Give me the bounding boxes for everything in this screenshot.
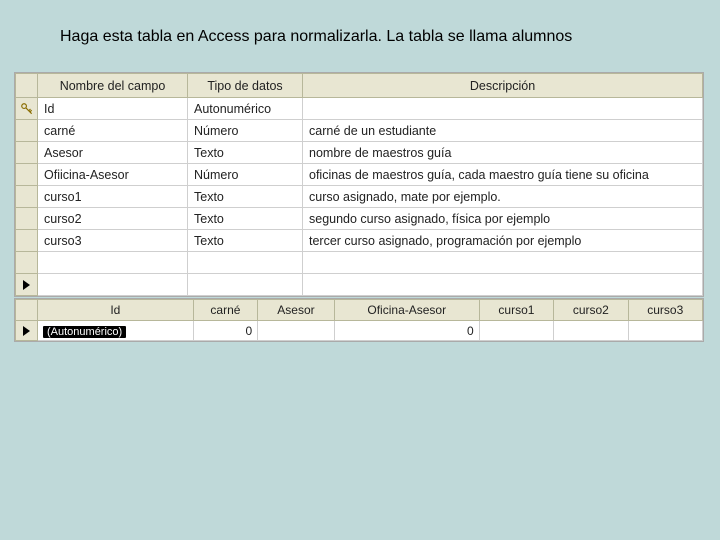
col-header-field-name[interactable]: Nombre del campo bbox=[38, 74, 188, 98]
datasheet-col-header[interactable]: curso2 bbox=[554, 300, 628, 321]
data-type-cell[interactable]: Número bbox=[188, 164, 303, 186]
table-design-panel: Nombre del campo Tipo de datos Descripci… bbox=[14, 72, 704, 297]
cell-asesor[interactable] bbox=[258, 321, 335, 341]
design-row[interactable]: curso3Textotercer curso asignado, progra… bbox=[16, 230, 703, 252]
field-name-cell[interactable]: carné bbox=[38, 120, 188, 142]
cell-id[interactable]: (Autonumérico) bbox=[38, 321, 194, 341]
row-selector[interactable] bbox=[16, 120, 38, 142]
datasheet-col-header[interactable]: Oficina-Asesor bbox=[334, 300, 479, 321]
col-header-description[interactable]: Descripción bbox=[303, 74, 703, 98]
description-cell[interactable] bbox=[303, 274, 703, 296]
datasheet-col-header[interactable]: curso1 bbox=[479, 300, 553, 321]
design-grid[interactable]: Nombre del campo Tipo de datos Descripci… bbox=[15, 73, 703, 296]
autonumber-placeholder: (Autonumérico) bbox=[43, 326, 126, 338]
row-selector[interactable] bbox=[16, 274, 38, 296]
description-cell[interactable]: carné de un estudiante bbox=[303, 120, 703, 142]
row-selector-header bbox=[16, 300, 38, 321]
cell-curso3[interactable] bbox=[628, 321, 702, 341]
field-name-cell[interactable]: curso3 bbox=[38, 230, 188, 252]
field-name-cell[interactable] bbox=[38, 252, 188, 274]
description-cell[interactable] bbox=[303, 98, 703, 120]
row-selector-header bbox=[16, 74, 38, 98]
field-name-cell[interactable]: curso2 bbox=[38, 208, 188, 230]
current-row-icon bbox=[23, 280, 30, 290]
datasheet-col-header[interactable]: Id bbox=[38, 300, 194, 321]
field-name-cell[interactable] bbox=[38, 274, 188, 296]
cell-curso1[interactable] bbox=[479, 321, 553, 341]
row-selector[interactable] bbox=[16, 252, 38, 274]
row-selector[interactable] bbox=[16, 164, 38, 186]
current-row-icon bbox=[23, 326, 30, 336]
field-name-cell[interactable]: Asesor bbox=[38, 142, 188, 164]
col-header-data-type[interactable]: Tipo de datos bbox=[188, 74, 303, 98]
instruction-text: Haga esta tabla en Access para normaliza… bbox=[60, 28, 572, 46]
datasheet-new-row[interactable]: (Autonumérico) 0 0 bbox=[16, 321, 703, 341]
row-selector-primary-key[interactable] bbox=[16, 98, 38, 120]
row-selector[interactable] bbox=[16, 230, 38, 252]
description-cell[interactable]: tercer curso asignado, programación por … bbox=[303, 230, 703, 252]
description-cell[interactable]: segundo curso asignado, física por ejemp… bbox=[303, 208, 703, 230]
row-selector[interactable] bbox=[16, 186, 38, 208]
data-type-cell[interactable]: Texto bbox=[188, 230, 303, 252]
row-selector[interactable] bbox=[16, 208, 38, 230]
datasheet-panel: IdcarnéAsesorOficina-Asesorcurso1curso2c… bbox=[14, 298, 704, 342]
cell-carne[interactable]: 0 bbox=[193, 321, 258, 341]
datasheet-col-header[interactable]: curso3 bbox=[628, 300, 702, 321]
data-type-cell[interactable]: Número bbox=[188, 120, 303, 142]
datasheet-grid[interactable]: IdcarnéAsesorOficina-Asesorcurso1curso2c… bbox=[15, 299, 703, 341]
design-row-empty[interactable] bbox=[16, 252, 703, 274]
design-row-current[interactable] bbox=[16, 274, 703, 296]
description-cell[interactable]: nombre de maestros guía bbox=[303, 142, 703, 164]
data-type-cell[interactable]: Texto bbox=[188, 186, 303, 208]
design-row[interactable]: curso1Textocurso asignado, mate por ejem… bbox=[16, 186, 703, 208]
design-row[interactable]: curso2Textosegundo curso asignado, físic… bbox=[16, 208, 703, 230]
row-selector[interactable] bbox=[16, 142, 38, 164]
field-name-cell[interactable]: Id bbox=[38, 98, 188, 120]
data-type-cell[interactable]: Texto bbox=[188, 208, 303, 230]
datasheet-col-header[interactable]: Asesor bbox=[258, 300, 335, 321]
datasheet-col-header[interactable]: carné bbox=[193, 300, 258, 321]
design-row[interactable]: AsesorTextonombre de maestros guía bbox=[16, 142, 703, 164]
description-cell[interactable]: curso asignado, mate por ejemplo. bbox=[303, 186, 703, 208]
cell-oficina[interactable]: 0 bbox=[334, 321, 479, 341]
design-row[interactable]: Ofiicina-AsesorNúmerooficinas de maestro… bbox=[16, 164, 703, 186]
description-cell[interactable] bbox=[303, 252, 703, 274]
data-type-cell[interactable] bbox=[188, 274, 303, 296]
field-name-cell[interactable]: curso1 bbox=[38, 186, 188, 208]
data-type-cell[interactable]: Texto bbox=[188, 142, 303, 164]
primary-key-icon bbox=[16, 102, 37, 116]
field-name-cell[interactable]: Ofiicina-Asesor bbox=[38, 164, 188, 186]
data-type-cell[interactable] bbox=[188, 252, 303, 274]
row-selector[interactable] bbox=[16, 321, 38, 341]
description-cell[interactable]: oficinas de maestros guía, cada maestro … bbox=[303, 164, 703, 186]
design-row[interactable]: carnéNúmerocarné de un estudiante bbox=[16, 120, 703, 142]
data-type-cell[interactable]: Autonumérico bbox=[188, 98, 303, 120]
design-row[interactable]: IdAutonumérico bbox=[16, 98, 703, 120]
cell-curso2[interactable] bbox=[554, 321, 628, 341]
